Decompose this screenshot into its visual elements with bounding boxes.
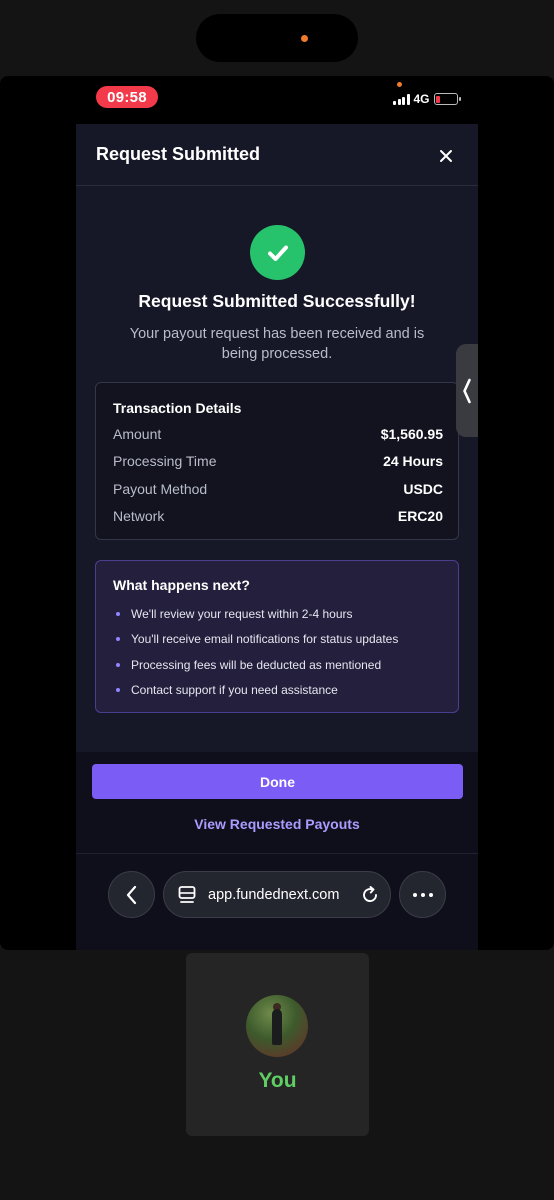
participant-label: You xyxy=(258,1069,297,1092)
check-icon xyxy=(267,245,288,261)
browser-back-button[interactable] xyxy=(108,871,155,918)
status-time: 09:58 xyxy=(96,86,158,108)
list-item-text: You'll receive email notifications for s… xyxy=(131,632,399,647)
list-item-text: Contact support if you need assistance xyxy=(131,683,338,698)
done-button[interactable]: Done xyxy=(92,764,463,799)
close-icon[interactable] xyxy=(438,148,454,164)
toolbar-divider xyxy=(76,853,478,854)
detail-row-processing-time: Processing Time 24 Hours xyxy=(113,453,443,469)
list-item: We'll review your request within 2-4 hou… xyxy=(113,601,398,627)
list-item: You'll receive email notifications for s… xyxy=(113,627,398,653)
next-steps-list: We'll review your request within 2-4 hou… xyxy=(113,601,398,703)
list-item: Processing fees will be deducted as ment… xyxy=(113,652,398,678)
side-panel-handle[interactable] xyxy=(456,344,478,437)
payout-modal: Request Submitted Request Submitted Succ… xyxy=(76,124,478,752)
battery-icon xyxy=(433,93,461,105)
list-item: Contact support if you need assistance xyxy=(113,678,398,704)
detail-label: Processing Time xyxy=(113,453,217,469)
dynamic-island xyxy=(196,14,358,62)
bullet-icon xyxy=(116,637,120,642)
bullet-icon xyxy=(116,662,120,667)
modal-header: Request Submitted xyxy=(76,124,478,186)
detail-label: Amount xyxy=(113,426,162,442)
detail-value: USDC xyxy=(403,481,443,497)
address-bar[interactable]: app.fundednext.com xyxy=(163,871,391,918)
detail-value: 24 Hours xyxy=(383,453,443,469)
list-item-text: We'll review your request within 2-4 hou… xyxy=(131,606,353,621)
privacy-indicator-dot xyxy=(397,82,402,87)
success-subtitle: Your payout request has been received an… xyxy=(129,326,425,362)
list-item-text: Processing fees will be deducted as ment… xyxy=(131,657,382,672)
detail-value: $1,560.95 xyxy=(380,426,443,442)
next-steps-card: What happens next? We'll review your req… xyxy=(95,560,459,713)
detail-row-amount: Amount $1,560.95 xyxy=(113,426,443,442)
success-check-badge xyxy=(250,225,305,280)
modal-title: Request Submitted xyxy=(96,144,261,164)
back-chevron-icon xyxy=(126,885,136,904)
signal-icon xyxy=(393,93,410,105)
next-steps-title: What happens next? xyxy=(113,577,250,593)
bullet-icon xyxy=(116,611,120,616)
detail-label: Network xyxy=(113,508,165,524)
view-requested-payouts-link[interactable]: View Requested Payouts xyxy=(76,816,478,832)
more-options-button[interactable] xyxy=(399,871,446,918)
tabs-icon[interactable] xyxy=(178,885,196,905)
browser-viewport: Request Submitted Request Submitted Succ… xyxy=(76,124,478,950)
status-indicators: 4G xyxy=(393,92,461,106)
reload-icon[interactable] xyxy=(360,885,380,905)
detail-row-network: Network ERC20 xyxy=(113,508,443,524)
camera-indicator-dot xyxy=(301,35,308,42)
detail-row-payout-method: Payout Method USDC xyxy=(113,481,443,497)
network-type: 4G xyxy=(413,92,430,106)
success-title: Request Submitted Successfully! xyxy=(138,291,416,311)
more-icon xyxy=(412,892,417,897)
bullet-icon xyxy=(116,688,120,693)
side-tab-chevron-icon xyxy=(463,378,471,403)
details-title: Transaction Details xyxy=(113,400,242,416)
detail-value: ERC20 xyxy=(397,508,443,524)
self-video-tile: You xyxy=(186,953,369,1136)
transaction-details-card: Transaction Details Amount $1,560.95 Pro… xyxy=(95,382,459,540)
detail-label: Payout Method xyxy=(113,481,208,497)
avatar xyxy=(246,995,308,1057)
url-text: app.fundednext.com xyxy=(208,887,340,903)
